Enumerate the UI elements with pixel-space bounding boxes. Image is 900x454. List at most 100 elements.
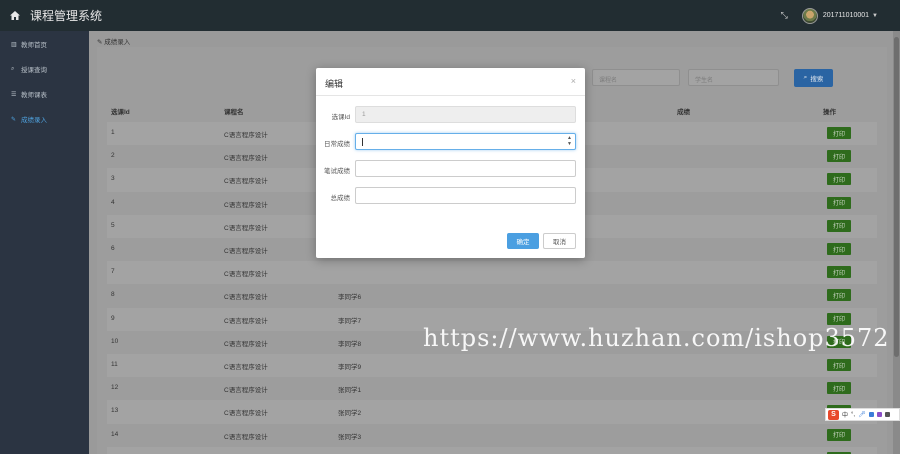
cell-course: C语言程序设计 [224,364,268,371]
search-button-label: 搜索 [810,76,824,83]
sidebar-item-label: 成绩录入 [21,117,47,124]
fullscreen-icon[interactable]: ⤡ [781,10,788,21]
microphone-icon[interactable]: 🎤︎ [858,411,866,418]
cell-id: 4 [111,198,115,206]
cell-id: 8 [111,291,115,299]
sidebar-item-course-query[interactable]: ⌕ 授课查询 [0,57,89,82]
table-row: 7 C语言程序设计 打印 [107,261,877,285]
print-button[interactable]: 打印 [827,173,851,186]
print-button[interactable]: 打印 [827,196,851,209]
sogou-logo-icon[interactable]: S [828,409,839,420]
cell-id: 3 [111,175,115,183]
course-id-value: 1 [362,111,366,118]
print-button[interactable]: 打印 [827,289,851,302]
cell-course: C语言程序设计 [224,132,268,139]
close-icon[interactable]: × [571,76,576,86]
text-cursor [362,138,363,146]
daily-grade-field[interactable]: ▲ ▼ [355,133,576,150]
watermark: https://www.huzhan.com/ishop3572 [423,324,890,352]
table-row: 11 C语言程序设计 李同学9 打印 [107,354,877,378]
table-row: 14 C语言程序设计 张同学3 打印 [107,424,877,447]
home-icon[interactable] [0,11,30,20]
print-button[interactable]: 打印 [827,359,851,371]
table-row: 12 C语言程序设计 张同学1 打印 [107,377,877,400]
print-button[interactable]: 打印 [827,150,851,163]
sidebar-item-timetable[interactable]: ☰ 教师课表 [0,82,89,107]
sidebar-item-label: 教师课表 [21,92,47,99]
print-button[interactable]: 打印 [827,243,851,255]
sidebar-item-teacher-home[interactable]: ▥ 教师首页 [0,32,89,57]
cell-student: 张同学1 [338,387,362,395]
cell-course: C语言程序设计 [224,224,268,232]
cell-course: C语言程序设计 [224,201,268,209]
cell-course: C语言程序设计 [224,340,268,348]
course-search-input[interactable]: 课程名 [592,69,680,86]
sidebar: ▥ 教师首页 ⌕ 授课查询 ☰ 教师课表 ✎ 成绩录入 [0,31,89,454]
cell-id: 2 [111,152,115,160]
sidebar-item-label: 教师首页 [21,42,47,49]
table-row: 15C语言程序设计张同学4打印 [107,446,877,454]
cell-student: 李同学9 [338,364,362,371]
bar-chart-icon: ▥ [11,41,17,48]
print-button[interactable]: 打印 [827,127,851,139]
number-stepper[interactable]: ▲ ▼ [567,135,572,147]
confirm-button[interactable]: 确定 [507,233,539,249]
print-button[interactable]: 打印 [827,266,851,279]
daily-grade-label: 日常成绩 [324,141,350,148]
edit-icon: ✎ [97,39,103,46]
written-grade-label: 笔试成绩 [324,168,350,175]
avatar[interactable] [801,7,818,24]
print-button[interactable]: 打印 [827,219,851,232]
cell-course: C语言程序设计 [224,317,268,325]
total-grade-label: 总成绩 [330,195,351,202]
table-row: 8 C语言程序设计 李同学6 打印 [107,284,877,307]
col-action-header: 操作 [823,109,836,116]
course-search-placeholder: 课程名 [599,78,618,84]
keyboard-icon[interactable] [868,412,874,417]
cell-id: 10 [111,337,119,345]
top-navbar: 课程管理系统 ⤡ 201711010001 ▼ [0,0,900,31]
search-button[interactable]: ⌕ 搜索 [794,69,833,87]
table-row: 13C语言程序设计张同学2打印 [107,400,877,424]
cell-student: 李同学7 [338,317,362,325]
cell-student: 张同学2 [338,410,362,418]
username[interactable]: 201711010001 [823,12,869,19]
ime-lang[interactable]: 中 [842,410,848,419]
ime-toolbar[interactable]: S 中 °, 🎤︎ [825,408,900,421]
cell-course: C语言程序设计 [224,410,268,418]
cell-id: 11 [111,361,118,368]
cancel-button[interactable]: 取消 [543,233,576,249]
skin-icon[interactable] [876,412,882,417]
cell-student: 李同学6 [338,294,362,302]
cell-id: 1 [111,129,115,136]
cell-course: C语言程序设计 [224,271,268,279]
cell-course: C语言程序设计 [224,178,268,186]
chevron-down-icon[interactable]: ▼ [872,13,878,19]
scrollbar-thumb[interactable] [894,37,899,357]
print-button[interactable]: 打印 [827,312,851,325]
col-course-header: 课程名 [224,109,244,116]
print-button[interactable]: 打印 [827,428,851,441]
cell-id: 14 [111,430,119,438]
search-icon: ⌕ [11,65,15,72]
cell-course: C语言程序设计 [224,433,268,441]
total-grade-field[interactable] [355,187,576,204]
sidebar-item-grade-entry[interactable]: ✎ 成绩录入 [0,107,89,132]
cell-student: 张同学3 [338,433,362,441]
print-button[interactable]: 打印 [827,382,851,395]
cell-course: C语言程序设计 [224,248,268,255]
app-title: 课程管理系统 [30,9,103,23]
written-grade-field[interactable] [355,160,576,177]
col-id-header: 选课Id [111,109,130,116]
cell-course: C语言程序设计 [224,155,268,163]
student-search-input[interactable]: 学生名 [688,69,779,86]
breadcrumb-label: 成绩录入 [104,39,131,46]
list-icon: ☰ [11,91,17,98]
punctuation-icon[interactable]: °, [851,412,855,418]
toolbox-icon[interactable] [884,412,890,417]
cell-id: 7 [111,268,115,276]
page-scrollbar[interactable] [893,31,900,454]
breadcrumb: ✎ 成绩录入 [97,36,130,46]
course-id-label: 选课Id [331,114,350,121]
col-grade-header: 成绩 [677,109,690,116]
